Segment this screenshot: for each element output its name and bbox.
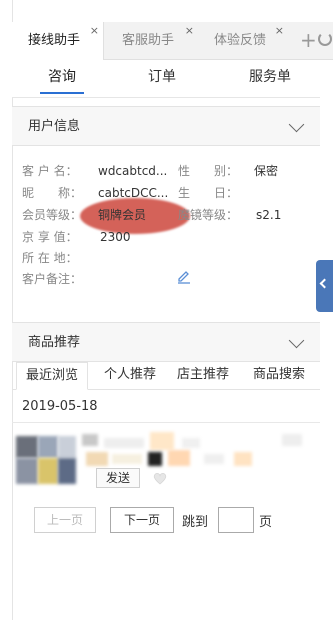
jx-value: 2300 <box>100 230 131 244</box>
tab-orders[interactable]: 订单 <box>130 60 194 98</box>
close-icon[interactable]: × <box>90 24 99 38</box>
page-unit-label: 页 <box>259 515 273 530</box>
user-info-header[interactable]: 用户信息 <box>12 106 320 146</box>
field-label: 客 户 名： <box>22 164 78 178</box>
next-page-button[interactable]: 下一页 <box>110 507 174 533</box>
tab-label: 客服助手 <box>122 33 175 48</box>
send-button[interactable]: 发送 <box>96 468 140 488</box>
sub-tab-bar: 咨询 订单 服务单 <box>12 60 320 98</box>
close-icon[interactable]: × <box>275 24 284 38</box>
product-thumbnail[interactable] <box>16 436 76 484</box>
tab-shop-recommend[interactable]: 店主推荐 <box>166 362 240 390</box>
refresh-icon[interactable] <box>318 32 332 46</box>
tab-label: 体验反馈 <box>214 33 267 48</box>
product-tab-bar: 最近浏览 个人推荐 店主推荐 商品搜索 <box>12 362 320 390</box>
field-label: 客户备注： <box>22 272 83 286</box>
gender-value: 保密 <box>254 164 279 178</box>
nickname-value: cabtcDCC... <box>98 186 169 200</box>
chevron-down-icon[interactable] <box>288 332 305 349</box>
heart-icon[interactable] <box>152 470 168 486</box>
section-title: 商品推荐 <box>28 335 81 350</box>
field-label: 会员等级： <box>22 208 83 222</box>
page-number-input[interactable] <box>218 507 254 533</box>
chevron-down-icon[interactable] <box>288 116 305 133</box>
edit-icon[interactable] <box>176 268 192 284</box>
chevron-left-icon <box>319 278 330 289</box>
prev-page-button[interactable]: 上一页 <box>34 507 96 533</box>
tab-label: 接线助手 <box>28 33 81 48</box>
field-label: 所 在 地： <box>22 251 78 265</box>
tab-reception-assistant[interactable]: 接线助手 × <box>12 22 104 60</box>
section-title: 用户信息 <box>28 119 81 134</box>
browse-date: 2019-05-18 <box>22 399 98 414</box>
jump-to-label: 跳到 <box>182 515 209 530</box>
collapse-handle[interactable] <box>316 260 333 312</box>
tab-recent-browse[interactable]: 最近浏览 <box>16 362 88 390</box>
tab-product-search[interactable]: 商品搜索 <box>240 362 318 390</box>
customer-name-value: wdcabtcd... <box>98 164 168 178</box>
top-tab-bar: 接线助手 × 客服助手 × 体验反馈 × + <box>12 22 333 60</box>
product-recommend-header[interactable]: 商品推荐 <box>12 322 320 362</box>
tab-service-assistant[interactable]: 客服助手 × <box>106 22 198 60</box>
field-label: 性 别： <box>178 164 239 178</box>
field-label: 京 享 值： <box>22 230 78 244</box>
field-label: 生 日： <box>178 186 239 200</box>
close-icon[interactable]: × <box>185 24 194 38</box>
tab-consult[interactable]: 咨询 <box>30 60 94 98</box>
tab-personal-recommend[interactable]: 个人推荐 <box>94 362 166 390</box>
add-tab-icon[interactable]: + <box>300 30 317 50</box>
mirror-level-value: s2.1 <box>256 208 282 222</box>
field-label: 魔镜等级： <box>178 208 239 222</box>
divider <box>12 422 320 423</box>
member-level-value: 铜牌会员 <box>98 208 147 222</box>
tab-feedback[interactable]: 体验反馈 × <box>198 22 288 60</box>
tab-service-orders[interactable]: 服务单 <box>234 60 306 98</box>
field-label: 昵 称： <box>22 186 83 200</box>
